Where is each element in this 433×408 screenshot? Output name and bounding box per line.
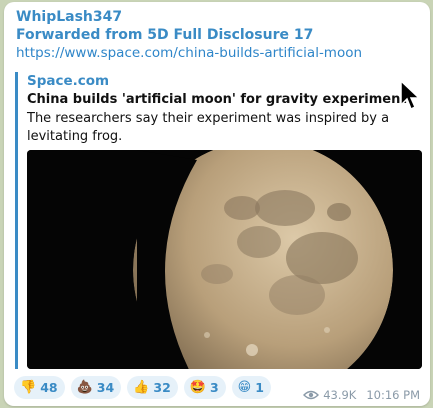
reaction-count: 32: [153, 380, 171, 395]
preview-site-name: Space.com: [27, 73, 110, 89]
moon-photo: [27, 150, 422, 369]
message-meta: 43.9K 10:16 PM: [303, 388, 420, 402]
forwarded-from[interactable]: Forwarded from 5D Full Disclosure 17: [16, 27, 313, 43]
message-bubble: WhipLash347 Forwarded from 5D Full Discl…: [4, 2, 430, 406]
reaction-count: 1: [255, 380, 264, 395]
preview-image[interactable]: [27, 150, 422, 369]
reaction-thumbs-up[interactable]: 👍 32: [127, 376, 178, 399]
reaction-poop[interactable]: 💩 34: [70, 376, 122, 399]
reactions-bar: 👎 48 💩 34 👍 32 🤩 3 😁 1: [14, 376, 271, 399]
preview-description: The researchers say their experiment was…: [27, 111, 390, 144]
grin-icon: 😁: [237, 380, 252, 395]
view-count: 43.9K: [323, 388, 357, 402]
link-preview[interactable]: Space.com China builds 'artificial moon'…: [15, 72, 422, 369]
reaction-grin[interactable]: 😁 1: [231, 376, 271, 399]
thumbs-up-icon: 👍: [133, 380, 150, 395]
message-link[interactable]: https://www.space.com/china-builds-artif…: [16, 45, 362, 61]
star-struck-icon: 🤩: [189, 380, 206, 395]
message-time: 10:16 PM: [366, 388, 420, 402]
thumbs-down-icon: 👎: [20, 380, 37, 395]
reaction-star-struck[interactable]: 🤩 3: [183, 376, 226, 399]
preview-title: China builds 'artificial moon' for gravi…: [27, 92, 407, 107]
reaction-count: 3: [209, 380, 219, 395]
reaction-thumbs-down[interactable]: 👎 48: [14, 376, 65, 399]
author-name[interactable]: WhipLash347: [16, 9, 122, 25]
poop-icon: 💩: [76, 380, 93, 395]
reaction-count: 34: [96, 380, 115, 395]
reaction-count: 48: [40, 380, 58, 395]
mouse-cursor-icon: [400, 79, 421, 111]
eye-icon: [303, 390, 320, 400]
